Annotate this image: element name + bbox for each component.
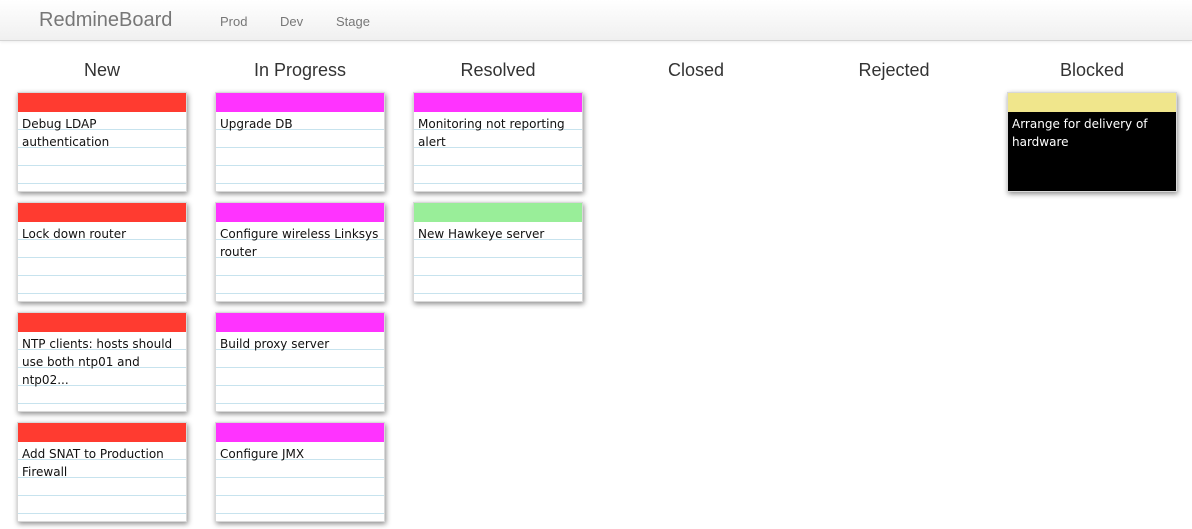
card-status-bar [18, 313, 186, 332]
issue-card[interactable]: Add SNAT to Production Firewall [17, 422, 187, 522]
issue-card[interactable]: NTP clients: hosts should use both ntp01… [17, 312, 187, 412]
card-status-bar [216, 203, 384, 222]
issue-card[interactable]: Debug LDAP authentication [17, 92, 187, 192]
issue-card[interactable]: New Hawkeye server [413, 202, 583, 302]
card-title: Configure wireless Linksys router [220, 227, 379, 259]
issue-card[interactable]: Monitoring not reporting alert [413, 92, 583, 192]
card-status-bar [1008, 93, 1176, 112]
card-status-bar [18, 423, 186, 442]
card-status-bar [216, 423, 384, 442]
navbar: RedmineBoard Prod Dev Stage [0, 0, 1192, 41]
column-header-in-progress: In Progress [253, 60, 347, 80]
card-title: Add SNAT to Production Firewall [22, 447, 164, 479]
column-header-resolved: Resolved [460, 60, 536, 80]
issue-card[interactable]: Configure JMX [215, 422, 385, 522]
card-title: Upgrade DB [220, 117, 293, 131]
card-title: New Hawkeye server [418, 227, 545, 241]
issue-card[interactable]: Build proxy server [215, 312, 385, 412]
card-title: Debug LDAP authentication [22, 117, 110, 149]
column-header-closed: Closed [667, 60, 725, 80]
card-title: Lock down router [22, 227, 127, 241]
brand-link[interactable]: RedmineBoard [39, 9, 172, 32]
issue-card[interactable]: Arrange for delivery of hardware [1007, 92, 1177, 192]
card-status-bar [414, 93, 582, 112]
card-title: NTP clients: hosts should use both ntp01… [22, 337, 173, 387]
card-status-bar [414, 203, 582, 222]
issue-card[interactable]: Upgrade DB [215, 92, 385, 192]
card-title: Build proxy server [220, 337, 330, 351]
issue-card[interactable]: Configure wireless Linksys router [215, 202, 385, 302]
column-header-blocked: Blocked [1059, 60, 1125, 80]
issue-card[interactable]: Lock down router [17, 202, 187, 302]
card-status-bar [216, 313, 384, 332]
card-status-bar [216, 93, 384, 112]
card-status-bar [18, 93, 186, 112]
nav-link-stage[interactable]: Stage [336, 14, 370, 29]
card-title: Monitoring not reporting alert [418, 117, 565, 149]
column-header-rejected: Rejected [858, 60, 930, 80]
card-title: Arrange for delivery of hardware [1012, 117, 1148, 149]
card-title: Configure JMX [220, 447, 305, 461]
column-header-new: New [83, 60, 120, 80]
nav-link-prod[interactable]: Prod [220, 14, 247, 29]
card-status-bar [18, 203, 186, 222]
nav-link-dev[interactable]: Dev [280, 14, 303, 29]
